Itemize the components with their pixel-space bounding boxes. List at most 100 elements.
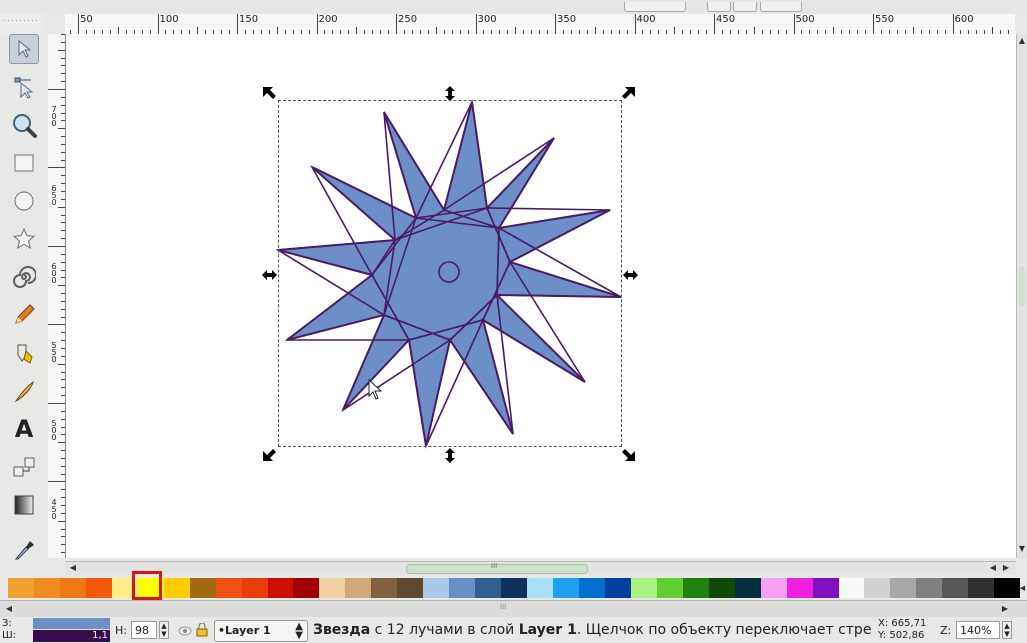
color-swatch[interactable]	[215, 578, 242, 598]
color-swatch[interactable]	[890, 578, 917, 598]
horizontal-scrollbar[interactable]: ◀ III ◀ ▶	[66, 561, 1016, 575]
palette-scroll-thumb[interactable]: III	[500, 603, 506, 611]
color-swatch[interactable]	[553, 578, 579, 598]
drawing-canvas[interactable]	[66, 34, 1016, 558]
scroll-left-button[interactable]: ◀	[68, 563, 78, 573]
color-swatch[interactable]	[812, 578, 839, 598]
toolbar-control[interactable]	[707, 2, 731, 12]
rectangle-tool-button[interactable]	[9, 148, 39, 178]
horizontal-scroll-thumb[interactable]: III	[406, 562, 588, 574]
calligraphy-tool-icon	[14, 380, 34, 403]
scale-handle-w[interactable]	[262, 270, 277, 280]
dropper-tool-button[interactable]	[9, 534, 39, 564]
color-swatch[interactable]	[682, 578, 709, 598]
color-swatch[interactable]	[604, 578, 631, 598]
vertical-scroll-thumb[interactable]	[1019, 266, 1025, 306]
stroke-indicator[interactable]: 1,1	[33, 630, 110, 642]
zoom-tool-button[interactable]	[9, 110, 39, 140]
scroll-right-button[interactable]: ▶	[1001, 563, 1011, 573]
color-swatch[interactable]	[708, 578, 735, 598]
cursor-y-coord: Y: 502,86	[878, 630, 925, 641]
layer-selector[interactable]: •Layer 1 ▲ ▼	[214, 620, 308, 642]
color-swatch[interactable]	[8, 578, 34, 598]
color-swatch[interactable]	[319, 578, 346, 598]
ruler-tick	[61, 34, 65, 35]
color-swatch[interactable]	[630, 578, 657, 598]
color-swatch[interactable]	[942, 578, 969, 598]
color-swatch[interactable]	[475, 578, 502, 598]
ruler-corner[interactable]	[0, 14, 44, 34]
toolbar-control[interactable]	[760, 2, 802, 12]
pencil-tool-button[interactable]	[9, 300, 39, 330]
ruler-tick	[714, 14, 715, 34]
lock-icon[interactable]	[196, 623, 208, 637]
ruler-tick	[157, 14, 159, 34]
scale-handle-nw[interactable]	[263, 87, 276, 99]
scale-handle-e[interactable]	[623, 270, 638, 280]
color-swatch[interactable]	[423, 578, 450, 598]
scroll-left-button-end[interactable]: ◀	[988, 563, 998, 573]
ruler-tick	[48, 324, 65, 326]
star-tool-button[interactable]	[9, 224, 39, 254]
color-swatch[interactable]	[656, 578, 683, 598]
scale-handle-n[interactable]	[445, 86, 455, 101]
color-swatch[interactable]	[501, 578, 528, 598]
color-swatch[interactable]	[449, 578, 476, 598]
color-swatch[interactable]	[189, 578, 216, 598]
color-swatch[interactable]	[578, 578, 605, 598]
color-swatch[interactable]	[994, 578, 1021, 598]
scale-handle-s[interactable]	[445, 448, 455, 463]
gradient-tool-button[interactable]	[9, 490, 39, 520]
color-swatch[interactable]	[760, 578, 787, 598]
scale-handle-sw[interactable]	[263, 449, 276, 461]
zoom-spin-button[interactable]: ▲ ▼	[1002, 621, 1012, 639]
palette-scroll-button[interactable]: ◀	[1018, 581, 1027, 595]
ruler-tick	[48, 167, 65, 169]
color-swatch[interactable]	[527, 578, 554, 598]
palette-scrollbar[interactable]: ◀ III ▶	[0, 600, 1027, 617]
spiral-tool-button[interactable]	[9, 262, 39, 292]
horizontal-ruler[interactable]: 50100150200250300350400450500550600650	[65, 14, 1015, 35]
toolbar-control[interactable]	[624, 2, 686, 12]
ruler-tick	[61, 450, 65, 452]
scale-handle-se[interactable]	[622, 449, 635, 461]
color-swatch[interactable]	[59, 578, 86, 598]
ruler-tick	[61, 308, 65, 310]
opacity-spin-button[interactable]: ▲ ▼	[159, 621, 169, 639]
selector-tool-button[interactable]	[9, 34, 39, 64]
node-tool-button[interactable]	[9, 72, 39, 102]
color-swatch[interactable]	[864, 578, 891, 598]
color-swatch[interactable]	[241, 578, 268, 598]
toolbar-control[interactable]	[733, 2, 757, 12]
ellipse-tool-button[interactable]	[9, 186, 39, 216]
color-swatch[interactable]	[371, 578, 398, 598]
scroll-up-button[interactable]: ▲	[1017, 36, 1027, 46]
opacity-input[interactable]: 98	[131, 621, 157, 639]
color-swatch[interactable]	[397, 578, 424, 598]
color-swatch[interactable]	[267, 578, 294, 598]
color-swatch[interactable]	[345, 578, 372, 598]
color-swatch[interactable]	[33, 578, 60, 598]
text-tool-button[interactable]: A	[9, 414, 39, 444]
calligraphy-tool-button[interactable]	[9, 376, 39, 406]
palette-scroll-right-button[interactable]: ▶	[1000, 604, 1010, 614]
color-swatch[interactable]	[734, 578, 761, 598]
palette-scroll-left-button[interactable]: ◀	[4, 604, 14, 614]
color-swatch[interactable]	[968, 578, 995, 598]
vertical-scrollbar[interactable]: ▲ ▼	[1016, 34, 1027, 558]
color-swatch[interactable]	[838, 578, 865, 598]
connector-tool-button[interactable]	[9, 452, 39, 482]
color-swatch[interactable]	[163, 578, 190, 598]
pen-tool-button[interactable]	[9, 338, 39, 368]
scroll-down-button[interactable]: ▼	[1017, 544, 1027, 554]
eye-icon[interactable]	[178, 625, 192, 637]
ruler-tick	[48, 245, 65, 247]
vertical-ruler[interactable]: 700 650 600 550 500 450	[48, 34, 66, 558]
scale-handle-ne[interactable]	[622, 87, 635, 99]
fill-indicator[interactable]	[33, 618, 110, 629]
zoom-input[interactable]: 140%	[956, 621, 1000, 639]
color-swatch[interactable]	[916, 578, 943, 598]
color-swatch[interactable]	[786, 578, 813, 598]
color-swatch[interactable]	[293, 578, 320, 598]
color-swatch[interactable]	[85, 578, 112, 598]
